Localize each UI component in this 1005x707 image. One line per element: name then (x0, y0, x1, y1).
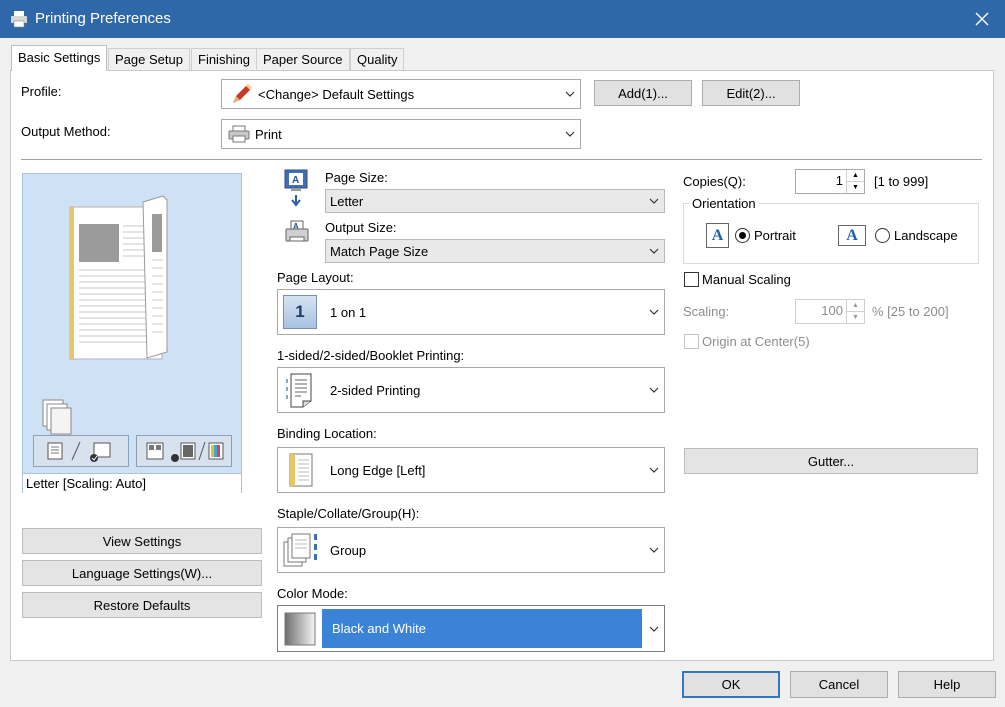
chevron-down-icon (644, 368, 664, 412)
output-method-select[interactable]: Print (221, 119, 581, 149)
origin-center-checkbox[interactable] (684, 334, 699, 349)
scaling-value: 100 (821, 303, 843, 318)
add-profile-button[interactable]: Add(1)... (594, 80, 692, 106)
portrait-radio[interactable] (735, 228, 750, 243)
binding-select[interactable]: Long Edge [Left] (277, 447, 665, 493)
orientation-label: Orientation (689, 196, 759, 211)
chevron-down-icon (560, 120, 580, 148)
close-icon (975, 12, 989, 26)
tab-quality[interactable]: Quality (350, 48, 405, 70)
origin-center-label: Origin at Center(5) (702, 334, 810, 349)
color-mode-label: Color Mode: (277, 586, 348, 601)
tab-finishing[interactable]: Finishing (191, 48, 258, 70)
staple-label: Staple/Collate/Group(H): (277, 506, 420, 521)
cancel-button[interactable]: Cancel (790, 671, 888, 698)
window-title: Printing Preferences (35, 10, 171, 27)
page-size-value: Letter (330, 193, 364, 209)
portrait-label: Portrait (754, 228, 796, 243)
spin-up-icon[interactable]: ▲ (847, 300, 864, 311)
scaling-range: % [25 to 200] (872, 304, 949, 319)
output-size-label: Output Size: (325, 220, 397, 235)
printer-icon (11, 11, 27, 28)
pencil-icon (233, 84, 252, 103)
printer-icon (228, 125, 250, 143)
landscape-icon: A (838, 225, 866, 246)
edit-profile-button[interactable]: Edit(2)... (702, 80, 800, 106)
sided-value: 2-sided Printing (330, 382, 421, 398)
language-settings-button[interactable]: Language Settings(W)... (22, 560, 262, 586)
tab-paper-source[interactable]: Paper Source (256, 48, 350, 70)
landscape-label: Landscape (894, 228, 958, 243)
page-layout-value: 1 on 1 (330, 304, 367, 320)
chevron-down-icon (644, 290, 664, 334)
page-layout-label: Page Layout: (277, 270, 354, 285)
copies-value: 1 (835, 173, 843, 188)
output-size-value: Match Page Size (330, 243, 429, 259)
page-size-icon: A (284, 169, 308, 207)
page-size-select[interactable]: Letter (325, 189, 665, 213)
two-sided-printing-icon (286, 373, 312, 408)
two-sided-icon (47, 441, 111, 462)
print-preview: Letter [Scaling: Auto] (22, 173, 242, 493)
svg-text:A: A (292, 175, 299, 186)
sided-select[interactable]: 2-sided Printing (277, 367, 665, 413)
output-method-label: Output Method: (21, 124, 111, 139)
copies-label: Copies(Q): (683, 174, 746, 189)
output-size-select[interactable]: Match Page Size (325, 239, 665, 263)
binding-left-icon (289, 453, 313, 487)
output-size-icon: A (285, 220, 309, 242)
layout-preview-button[interactable] (33, 435, 129, 467)
output-method-value: Print (255, 126, 282, 142)
copies-range: [1 to 999] (874, 174, 929, 189)
spin-down-icon[interactable]: ▼ (847, 181, 864, 193)
chevron-down-icon (644, 240, 664, 262)
ok-button[interactable]: OK (682, 671, 780, 698)
spin-up-icon[interactable]: ▲ (847, 170, 864, 181)
binding-label: Binding Location: (277, 426, 377, 441)
binding-value: Long Edge [Left] (330, 462, 426, 478)
gutter-button[interactable]: Gutter... (684, 448, 978, 474)
chevron-down-icon (560, 80, 580, 108)
separator (21, 159, 982, 160)
spin-down-icon[interactable]: ▼ (847, 311, 864, 323)
color-mode-select[interactable]: Black and White (277, 605, 665, 652)
color-preview-button[interactable] (136, 435, 232, 467)
manual-scaling-label: Manual Scaling (702, 272, 791, 287)
tab-basic-settings[interactable]: Basic Settings (11, 45, 108, 71)
portrait-icon: A (706, 223, 729, 248)
chevron-down-icon (644, 190, 664, 212)
copies-spinner[interactable]: 1 ▲ ▼ (795, 169, 865, 194)
page-layout-select[interactable]: 1 1 on 1 (277, 289, 665, 335)
close-button[interactable] (959, 0, 1005, 38)
sided-label: 1-sided/2-sided/Booklet Printing: (277, 348, 465, 363)
color-mode-icon (146, 441, 224, 462)
page-layout-icon-number: 1 (283, 295, 317, 329)
color-mode-value: Black and White (322, 609, 642, 648)
staple-value: Group (330, 542, 367, 558)
title-bar: Printing Preferences (0, 0, 1005, 38)
profile-label: Profile: (21, 84, 62, 99)
one-on-one-icon: 1 (278, 290, 322, 334)
scaling-label: Scaling: (683, 304, 730, 319)
landscape-radio[interactable] (875, 228, 890, 243)
page-size-label: Page Size: (325, 170, 388, 185)
chevron-down-icon (644, 606, 664, 651)
preview-status: Letter [Scaling: Auto] (23, 473, 241, 493)
chevron-down-icon (644, 528, 664, 572)
help-button[interactable]: Help (898, 671, 996, 698)
profile-select[interactable]: <Change> Default Settings (221, 79, 581, 109)
scaling-spinner[interactable]: 100 ▲ ▼ (795, 299, 865, 324)
manual-scaling-checkbox[interactable] (684, 272, 699, 287)
tab-page-setup[interactable]: Page Setup (108, 48, 190, 70)
chevron-down-icon (644, 448, 664, 492)
restore-defaults-button[interactable]: Restore Defaults (22, 592, 262, 618)
group-pages-icon (283, 533, 317, 567)
profile-value: <Change> Default Settings (258, 86, 415, 102)
staple-select[interactable]: Group (277, 527, 665, 573)
view-settings-button[interactable]: View Settings (22, 528, 262, 554)
black-and-white-icon (284, 612, 316, 645)
